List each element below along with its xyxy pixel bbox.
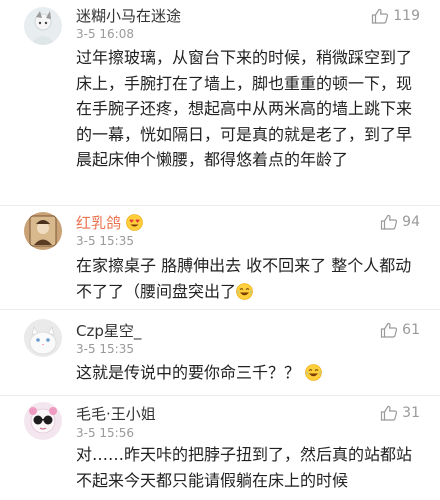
username-text: 红乳鸽 [76,214,122,232]
like-count: 94 [402,214,420,230]
comment-item: 毛毛·王小姐 3-5 15:56 31 对……昨天咔的把脖子扭到了，然后真的站都… [0,396,440,500]
comment-item: 迷糊小马在迷途 3-5 16:08 119 过年擦玻璃，从窗台下来的时候，稍微踩… [0,0,440,208]
thumbs-up-icon [381,322,398,338]
thumbs-up-icon [381,214,398,230]
comment-text: 在家擦桌子 胳膊伸出去 收不回来了 整个人都动不了了（腰间盘突出了 [76,253,421,307]
like-count: 61 [402,322,420,338]
thumbs-up-icon [381,405,398,421]
heart-eyes-icon [125,214,143,235]
like-button[interactable]: 119 [371,8,420,24]
avatar[interactable] [24,7,62,45]
comment-text: 对……昨天咔的把脖子扭到了，然后真的站都站不起来今天都只能请假躺在床上的时候 [76,445,413,490]
laughing-tears-icon [305,363,322,389]
username[interactable]: 红乳鸽 [76,214,143,235]
like-button[interactable]: 94 [380,214,420,230]
avatar[interactable] [24,212,62,250]
avatar[interactable] [24,319,62,357]
username[interactable]: 迷糊小马在迷途 [76,7,181,25]
like-count: 31 [402,405,420,421]
comment-item: 红乳鸽 3-5 15:35 94 在家擦桌子 胳膊伸出去 收不回来了 整个人都动… [0,206,440,310]
username[interactable]: Czp星空_ [76,322,141,340]
like-button[interactable]: 31 [380,405,420,421]
timestamp: 3-5 15:35 [76,342,134,356]
like-count: 119 [393,8,420,24]
comment-text-body: 这就是传说中的要你命三千？？ [76,363,301,382]
username[interactable]: 毛毛·王小姐 [76,405,156,423]
comment-item: Czp星空_ 3-5 15:35 61 这就是传说中的要你命三千？？ [0,310,440,396]
laughing-tears-icon [236,282,253,308]
thumbs-up-icon [372,8,389,24]
timestamp: 3-5 16:08 [76,27,134,41]
timestamp: 3-5 15:35 [76,234,134,248]
timestamp: 3-5 15:56 [76,426,134,440]
comment-text: 过年擦玻璃，从窗台下来的时候，稍微踩空到了床上，手腕打在了墙上，脚也重重的顿一下… [76,48,413,169]
like-button[interactable]: 61 [380,322,420,338]
comment-text: 这就是传说中的要你命三千？？ [76,360,421,389]
avatar[interactable] [24,402,62,440]
